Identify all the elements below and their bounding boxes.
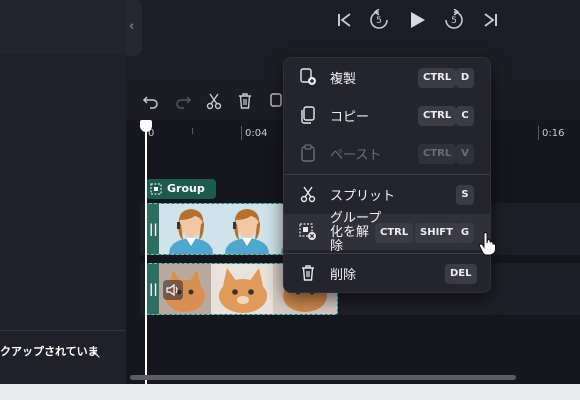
shortcut-key: CTRL bbox=[418, 106, 457, 126]
rewind-seconds: 5 bbox=[376, 16, 382, 26]
menu-item-delete[interactable]: 削除 DEL bbox=[284, 255, 490, 291]
redo-icon[interactable] bbox=[174, 92, 192, 110]
menu-label-line: 化を解 bbox=[330, 225, 370, 240]
shortcut-key: S bbox=[456, 185, 474, 205]
speaker-icon[interactable] bbox=[163, 280, 183, 300]
menu-item-duplicate[interactable]: 複製 CTRL D bbox=[284, 59, 490, 95]
ruler-label-16: 0:16 bbox=[542, 128, 565, 139]
playhead-handle[interactable] bbox=[140, 120, 152, 132]
shortcut-key: V bbox=[456, 144, 474, 164]
forward-seconds: 5 bbox=[451, 16, 457, 26]
hand-pointer-icon bbox=[478, 232, 496, 256]
ruler-tick bbox=[192, 128, 193, 134]
clip-handle[interactable]: || bbox=[149, 222, 158, 236]
undo-icon[interactable] bbox=[142, 92, 160, 110]
cursor-icon: ↖ bbox=[92, 348, 102, 361]
shortcut-key: CTRL bbox=[418, 144, 457, 164]
group-icon bbox=[150, 183, 162, 195]
shortcut-key: G bbox=[456, 223, 474, 243]
shortcut-key: C bbox=[456, 106, 474, 126]
context-menu: 複製 CTRL D コピー CTRL C ペースト CTRL V スプリット S… bbox=[283, 57, 491, 293]
shortcut-key: CTRL bbox=[375, 223, 414, 243]
skip-forward-icon[interactable] bbox=[480, 9, 502, 31]
forward-5-icon[interactable]: 5 bbox=[443, 9, 465, 31]
group-label[interactable]: Group 1 bbox=[146, 179, 216, 215]
menu-label-line: 除 bbox=[330, 239, 344, 254]
shortcut-key: DEL bbox=[445, 264, 477, 284]
left-panel bbox=[0, 0, 126, 384]
rewind-5-icon[interactable]: 5 bbox=[368, 9, 390, 31]
playhead[interactable] bbox=[145, 120, 147, 384]
shortcut-key: CTRL bbox=[418, 68, 457, 88]
trash-icon bbox=[302, 265, 314, 281]
shortcut-key: SHIFT bbox=[415, 223, 458, 243]
taskbar-strip bbox=[0, 384, 580, 400]
menu-item-paste[interactable]: ペースト CTRL V bbox=[284, 135, 490, 171]
menu-label: コピー bbox=[330, 110, 370, 125]
menu-item-ungroup[interactable]: グループ 化を解 除 CTRL SHIFT G bbox=[284, 212, 490, 254]
horizontal-scrollbar[interactable] bbox=[130, 375, 516, 380]
menu-separator bbox=[284, 253, 490, 254]
ruler-tick bbox=[538, 126, 539, 140]
clip-handle[interactable]: || bbox=[149, 282, 158, 296]
menu-item-copy[interactable]: コピー CTRL C bbox=[284, 97, 490, 133]
collapse-panel-button[interactable]: ‹ bbox=[126, 0, 142, 56]
scissors-icon[interactable] bbox=[205, 92, 223, 110]
left-panel-header bbox=[0, 0, 140, 54]
skip-back-icon[interactable] bbox=[333, 9, 355, 31]
menu-item-split[interactable]: スプリット S bbox=[284, 176, 490, 212]
menu-label-multiline: グループ 化を解 除 bbox=[330, 211, 381, 254]
ruler-tick bbox=[241, 126, 242, 140]
copy-icon bbox=[301, 106, 315, 124]
ruler-label-4: 0:04 bbox=[245, 128, 268, 139]
menu-label-line: グルー bbox=[330, 211, 369, 226]
menu-separator bbox=[284, 174, 490, 175]
menu-label: 複製 bbox=[330, 72, 357, 87]
backup-status-text: クアップされていま bbox=[0, 345, 99, 358]
scissors-icon bbox=[300, 186, 316, 203]
menu-label: ペースト bbox=[330, 148, 382, 163]
play-button[interactable] bbox=[406, 9, 428, 31]
ungroup-icon bbox=[299, 223, 316, 240]
menu-label: 削除 bbox=[330, 268, 357, 283]
shortcut-key: D bbox=[456, 68, 474, 88]
trash-icon[interactable] bbox=[236, 92, 254, 110]
divider bbox=[0, 330, 126, 331]
chevron-left-icon: ‹ bbox=[129, 19, 135, 34]
paste-icon bbox=[301, 144, 315, 162]
menu-label: スプリット bbox=[330, 189, 396, 204]
duplicate-icon bbox=[300, 68, 316, 85]
